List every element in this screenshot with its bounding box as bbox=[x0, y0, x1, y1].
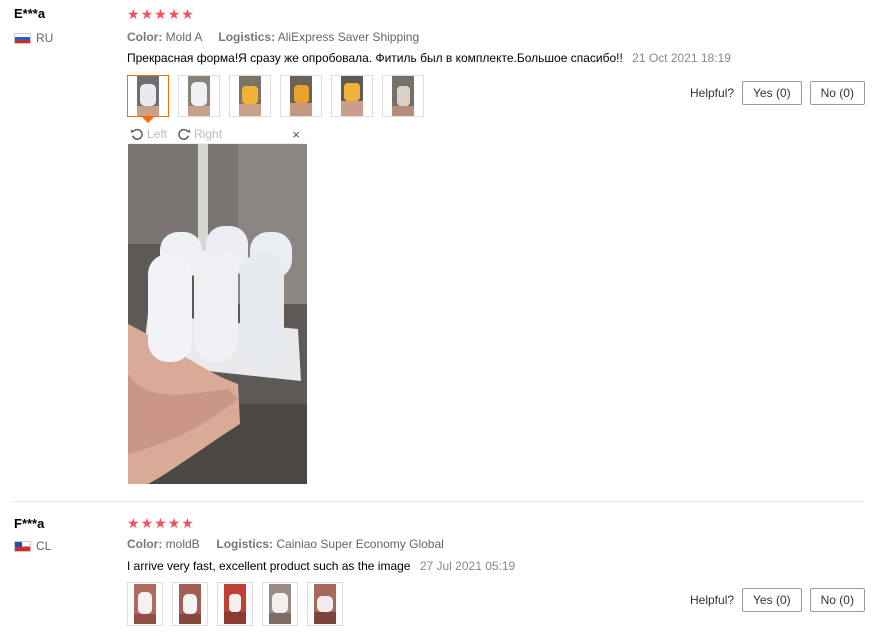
rotate-right-button[interactable]: Right bbox=[177, 127, 222, 141]
country-code: CL bbox=[36, 539, 52, 553]
helpful-yes-button[interactable]: Yes (0) bbox=[742, 81, 802, 105]
thumb-photo bbox=[290, 76, 312, 116]
star-icon: ★ bbox=[140, 515, 154, 531]
helpful-vote: Helpful? Yes (0) No (0) bbox=[690, 81, 865, 105]
star-icon: ★ bbox=[167, 6, 181, 22]
review-text: Прекрасная форма!Я сразу же опробовала. … bbox=[127, 51, 623, 65]
rotate-right-label: Right bbox=[194, 127, 223, 141]
review-image-thumb[interactable] bbox=[382, 75, 424, 117]
star-icon: ★ bbox=[181, 515, 194, 531]
thumb-photo bbox=[392, 76, 414, 116]
star-icon: ★ bbox=[127, 515, 140, 531]
russia-flag-icon bbox=[14, 32, 31, 44]
color-label: Color: bbox=[127, 537, 163, 551]
review-image-thumb[interactable] bbox=[127, 582, 163, 626]
review-attributes: Color: moldB Logistics: Cainiao Super Ec… bbox=[127, 537, 444, 551]
thumb-photo bbox=[239, 76, 261, 116]
review-image-thumb[interactable] bbox=[307, 582, 343, 626]
helpful-yes-button[interactable]: Yes (0) bbox=[742, 588, 802, 612]
review-image-thumb[interactable] bbox=[172, 582, 208, 626]
thumb-photo bbox=[134, 584, 156, 624]
review-image-thumb[interactable] bbox=[262, 582, 298, 626]
thumb-photo bbox=[314, 584, 336, 624]
thumb-photo bbox=[179, 584, 201, 624]
review-date: 27 Jul 2021 05:19 bbox=[419, 559, 516, 573]
review-image-thumb[interactable] bbox=[127, 75, 169, 123]
star-icon: ★ bbox=[181, 6, 194, 22]
image-viewer-toolbar: Left Right × bbox=[130, 125, 306, 144]
reviewer-country: CL bbox=[14, 539, 51, 553]
helpful-label: Helpful? bbox=[690, 86, 735, 100]
review-attributes: Color: Mold A Logistics: AliExpress Save… bbox=[127, 30, 419, 44]
close-icon[interactable]: × bbox=[292, 127, 300, 142]
thumb-photo bbox=[341, 76, 363, 116]
color-value: Mold A bbox=[165, 30, 202, 44]
color-label: Color: bbox=[127, 30, 163, 44]
review-image-thumb[interactable] bbox=[331, 75, 373, 117]
review-date: 21 Oct 2021 18:19 bbox=[632, 51, 731, 65]
star-icon: ★ bbox=[127, 6, 140, 22]
review-images bbox=[127, 75, 424, 123]
thumb-photo bbox=[224, 584, 246, 624]
chile-flag-icon bbox=[14, 540, 31, 552]
star-rating: ★ ★ ★ ★ ★ bbox=[127, 7, 194, 21]
star-rating: ★ ★ ★ ★ ★ bbox=[127, 516, 194, 530]
logistics-label: Logistics: bbox=[216, 537, 274, 551]
review-content: I arrive very fast, excellent product su… bbox=[127, 559, 515, 573]
color-value: moldB bbox=[165, 537, 200, 551]
reviewer-name: E***a bbox=[14, 6, 46, 21]
review-text: I arrive very fast, excellent product su… bbox=[127, 559, 411, 573]
logistics-value: AliExpress Saver Shipping bbox=[277, 30, 420, 44]
helpful-vote: Helpful? Yes (0) No (0) bbox=[690, 588, 865, 612]
star-icon: ★ bbox=[140, 6, 154, 22]
review-divider bbox=[12, 501, 864, 502]
reviewer-name: F***a bbox=[14, 516, 45, 531]
star-icon: ★ bbox=[154, 6, 167, 22]
helpful-no-button[interactable]: No (0) bbox=[809, 81, 865, 105]
thumb-photo bbox=[269, 584, 291, 624]
review-image-large bbox=[128, 144, 307, 484]
thumb-photo bbox=[137, 76, 159, 116]
star-icon: ★ bbox=[167, 515, 181, 531]
thumb-photo bbox=[188, 76, 210, 116]
rotate-left-button[interactable]: Left bbox=[130, 127, 167, 141]
review-image-thumb[interactable] bbox=[280, 75, 322, 117]
reviewer-country: RU bbox=[14, 31, 53, 45]
rotate-left-icon bbox=[130, 128, 143, 140]
logistics-label: Logistics: bbox=[218, 30, 276, 44]
review-item: E***a RU ★ ★ ★ ★ ★ Color: Mold A Logisti… bbox=[0, 0, 875, 500]
review-content: Прекрасная форма!Я сразу же опробовала. … bbox=[127, 51, 731, 65]
country-code: RU bbox=[36, 31, 54, 45]
star-icon: ★ bbox=[154, 515, 167, 531]
helpful-label: Helpful? bbox=[690, 593, 735, 607]
review-item: F***a CL ★ ★ ★ ★ ★ Color: moldB Logistic… bbox=[0, 503, 875, 642]
review-image-thumb[interactable] bbox=[229, 75, 271, 117]
review-images bbox=[127, 582, 343, 626]
review-image-thumb[interactable] bbox=[217, 582, 253, 626]
rotate-left-label: Left bbox=[147, 127, 168, 141]
rotate-right-icon bbox=[178, 128, 191, 140]
helpful-no-button[interactable]: No (0) bbox=[809, 588, 865, 612]
review-image-thumb[interactable] bbox=[178, 75, 220, 117]
logistics-value: Cainiao Super Economy Global bbox=[276, 537, 444, 551]
